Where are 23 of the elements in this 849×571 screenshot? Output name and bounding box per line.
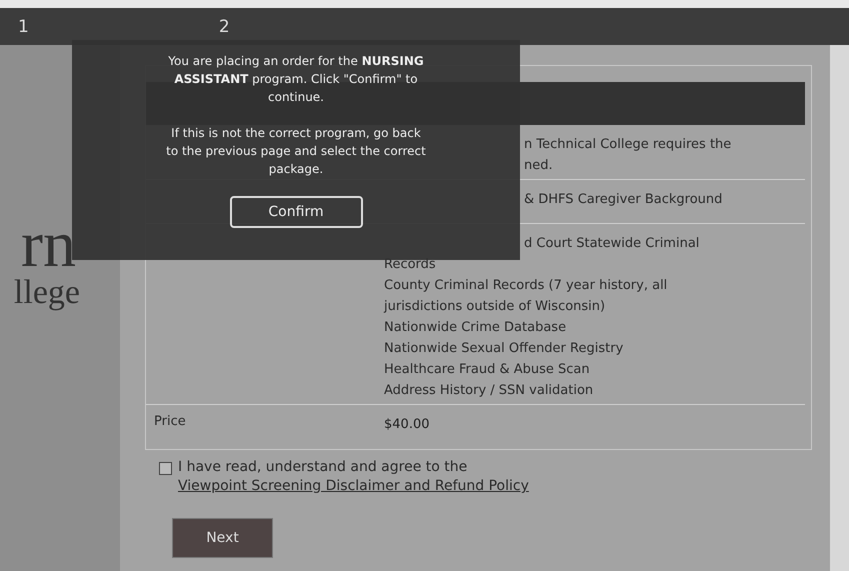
- package-item-text: n Technical College requires the: [524, 136, 732, 154]
- package-item-text: Address History / SSN validation: [384, 382, 594, 400]
- agreement-checkbox[interactable]: [159, 462, 172, 475]
- agreement-text: I have read, understand and agree to the Viewpoint Screening Disclaimer and Refund Policy: [178, 458, 530, 496]
- dialog-hint: If this is not the correct program, go back to the previous page and select the correct package.: [165, 125, 427, 178]
- package-item-text: d Court Statewide Criminal: [524, 235, 700, 253]
- package-item-text: & DHFS Caregiver Background: [524, 191, 722, 209]
- package-item-text: jurisdictions outside of Wisconsin): [384, 298, 606, 316]
- package-item-text: ned.: [524, 157, 553, 175]
- step-number: 1: [18, 16, 29, 36]
- price-value: $40.00: [384, 416, 430, 434]
- step-number: 2: [218, 16, 230, 36]
- package-item-text: Records: [384, 256, 436, 274]
- dialog-message: You are placing an order for the NURSING ASSISTANT program. Click "Confirm" to continue.: [167, 53, 425, 106]
- price-label: Price: [154, 414, 186, 429]
- confirm-button[interactable]: Confirm: [230, 196, 362, 228]
- package-item-text: Nationwide Crime Database: [384, 319, 566, 337]
- logo-text: llege: [14, 273, 80, 313]
- package-item-text: County Criminal Records (7 year history, all: [384, 277, 668, 295]
- policy-link[interactable]: Viewpoint Screening Disclaimer and Refund Policy: [178, 478, 529, 494]
- next-button[interactable]: Next: [172, 518, 273, 558]
- package-item-text: Healthcare Fraud & Abuse Scan: [384, 361, 590, 379]
- package-item-text: Nationwide Sexual Offender Registry: [384, 340, 624, 358]
